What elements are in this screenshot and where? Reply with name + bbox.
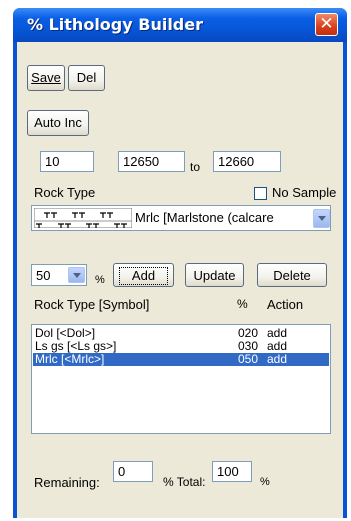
delete-button[interactable]: Delete xyxy=(257,263,327,287)
rock-type-dropdown-arrow[interactable] xyxy=(313,209,330,228)
auto-inc-label: Auto Inc xyxy=(34,115,82,130)
close-icon: ✕ xyxy=(319,14,334,34)
no-sample-checkbox[interactable] xyxy=(254,187,267,200)
row-action: add xyxy=(267,352,288,366)
lithology-list[interactable]: Dol [<Dol>] 020 add Ls gs [<Ls gs>] 030 … xyxy=(31,324,331,434)
marlstone-pattern-icon xyxy=(34,208,132,228)
add-button[interactable]: Add xyxy=(113,263,174,287)
chevron-down-icon xyxy=(73,273,81,278)
header-rock-type: Rock Type [Symbol] xyxy=(34,297,150,312)
del-button[interactable]: Del xyxy=(68,65,105,91)
total-unit-label: % xyxy=(260,476,270,488)
remaining-field: 0 xyxy=(113,461,153,482)
dialog-body: Save Del Auto Inc 10 12650 to 12660 Rock… xyxy=(17,42,343,518)
delete-button-label: Delete xyxy=(273,268,311,283)
close-button[interactable]: ✕ xyxy=(315,13,338,36)
percent-select[interactable]: 50 xyxy=(31,264,87,286)
total-label: % Total: xyxy=(163,475,206,489)
depth-from-field[interactable]: 12650 xyxy=(118,151,185,172)
depth-value-field[interactable]: 10 xyxy=(40,151,94,172)
chevron-down-icon xyxy=(318,216,326,221)
rock-type-dropdown[interactable]: Mrlc [Marlstone (calcare xyxy=(31,205,331,231)
window-title: % Lithology Builder xyxy=(27,15,203,34)
save-button-label: Save xyxy=(31,70,61,85)
header-action: Action xyxy=(267,297,304,312)
update-button-label: Update xyxy=(193,268,236,283)
auto-inc-button[interactable]: Auto Inc xyxy=(27,110,89,136)
percent-unit-label: % xyxy=(95,274,105,286)
depth-to-field[interactable]: 12660 xyxy=(213,151,281,172)
row-rock: Mrlc [<Mrlc>] xyxy=(35,352,105,366)
add-button-label: Add xyxy=(119,267,168,285)
row-percent: 050 xyxy=(238,352,259,366)
remaining-label: Remaining: xyxy=(34,475,100,490)
list-item-selected[interactable]: Mrlc [<Mrlc>] 050 add xyxy=(33,353,329,366)
rock-type-label: Rock Type xyxy=(34,185,96,200)
total-field: 100 xyxy=(212,461,252,482)
no-sample-label: No Sample xyxy=(272,185,337,200)
dialog-window: % Lithology Builder ✕ Save Del Auto Inc … xyxy=(13,8,347,518)
percent-value: 50 xyxy=(36,268,51,283)
title-bar[interactable]: % Lithology Builder ✕ xyxy=(13,8,347,42)
update-button[interactable]: Update xyxy=(185,263,244,287)
header-percent: % xyxy=(237,297,248,311)
del-button-label: Del xyxy=(76,70,97,85)
save-button[interactable]: Save xyxy=(27,65,65,91)
depth-to-label: to xyxy=(190,160,201,174)
rock-type-selected: Mrlc [Marlstone (calcare xyxy=(135,210,274,225)
percent-dropdown-arrow[interactable] xyxy=(68,267,85,283)
